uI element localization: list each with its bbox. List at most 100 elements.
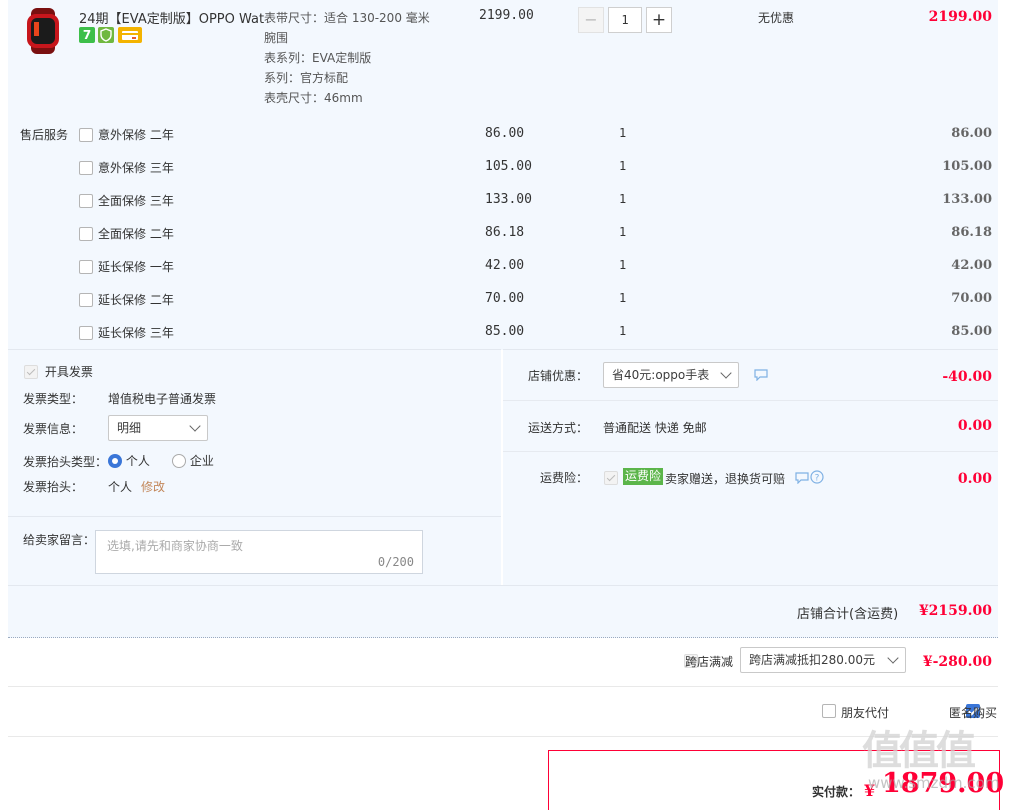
invoice-header-label: 发票抬头： — [23, 480, 84, 494]
service-qty: 1 — [619, 291, 627, 305]
service-checkbox[interactable] — [79, 161, 93, 175]
cross-store-amount: ¥-280.00 — [922, 654, 992, 670]
service-name: 延长保修 一年 — [98, 260, 174, 274]
service-price: 85.00 — [485, 324, 525, 339]
product-specs: 表带尺寸：适合 130-200 毫米 腕围 表系列：EVA定制版 系列：官方标配… — [264, 8, 454, 108]
shop-discount-value: 省40元:oppo手表 — [612, 368, 710, 382]
badge-card — [118, 27, 142, 43]
svg-text:?: ? — [815, 474, 820, 484]
service-checkbox[interactable] — [79, 326, 93, 340]
service-qty: 1 — [619, 159, 627, 173]
pay-label: 实付款： — [812, 785, 861, 799]
invoice-info-select[interactable]: 明细 — [108, 415, 208, 441]
message-label: 给卖家留言： — [23, 533, 96, 547]
spec-line: 腕围 — [264, 31, 289, 45]
service-checkbox[interactable] — [79, 194, 93, 208]
shipping-label: 运送方式： — [528, 421, 589, 435]
insurance-checkbox[interactable] — [604, 471, 618, 485]
service-total: 85.00 — [951, 324, 992, 339]
help-icon[interactable]: ? — [810, 470, 824, 487]
service-checkbox[interactable] — [79, 293, 93, 307]
watermark-logo: 值值值 — [862, 728, 976, 774]
radio-unchecked-icon — [172, 453, 186, 468]
service-qty: 1 — [619, 324, 627, 338]
service-total: 42.00 — [951, 258, 992, 273]
badge-guarantee — [98, 27, 114, 43]
shop-discount-label: 店铺优惠： — [528, 369, 589, 383]
invoice-header-value: 个人 — [108, 480, 133, 494]
invoice-info-value: 明细 — [117, 421, 142, 435]
service-checkbox[interactable] — [79, 227, 93, 241]
shop-discount-select[interactable]: 省40元:oppo手表 — [603, 362, 739, 388]
friend-pay-checkbox[interactable] — [822, 704, 836, 718]
spec-line: 表壳尺寸：46mm — [264, 91, 363, 105]
service-qty: 1 — [619, 258, 627, 272]
service-checkbox[interactable] — [79, 128, 93, 142]
insurance-tag: 运费险 — [623, 468, 664, 485]
service-row[interactable]: 意外保修 三年 105.00 1 105.00 — [0, 159, 1013, 179]
invoice-edit-link[interactable]: 修改 — [141, 478, 165, 495]
service-total: 86.00 — [951, 126, 992, 141]
discount-text: 无优惠 — [758, 11, 795, 25]
service-row[interactable]: 延长保修 二年 70.00 1 70.00 — [0, 291, 1013, 311]
service-total: 105.00 — [942, 159, 992, 174]
service-name: 意外保修 二年 — [98, 128, 174, 142]
quantity-stepper: − 1 + — [578, 7, 674, 35]
service-row[interactable]: 延长保修 一年 42.00 1 42.00 — [0, 258, 1013, 278]
cross-store-select[interactable]: 跨店满减抵扣280.00元 — [740, 647, 906, 673]
service-price: 42.00 — [485, 258, 525, 273]
quantity-input[interactable]: 1 — [608, 7, 642, 33]
shop-total-label: 店铺合计(含运费) — [797, 607, 899, 622]
radio-personal[interactable]: 个人 — [108, 452, 150, 469]
credit-card-icon — [122, 31, 138, 40]
service-price: 86.00 — [485, 126, 525, 141]
service-row[interactable]: 延长保修 三年 85.00 1 85.00 — [0, 324, 1013, 344]
watermark-url: www.smzdm.com — [868, 774, 1000, 792]
service-total: 133.00 — [942, 192, 992, 207]
invoice-header-type-label: 发票抬头类型： — [23, 455, 108, 469]
cross-store-label: 跨店满减 — [685, 655, 734, 669]
service-total: 86.18 — [951, 225, 992, 240]
chevron-down-icon — [887, 652, 899, 664]
radio-company[interactable]: 企业 — [172, 452, 214, 469]
service-name: 延长保修 三年 — [98, 326, 174, 340]
service-row[interactable]: 全面保修 三年 133.00 1 133.00 — [0, 192, 1013, 212]
cross-store-value: 跨店满减抵扣280.00元 — [749, 653, 875, 667]
invoice-toggle[interactable]: 开具发票 — [24, 363, 93, 379]
item-subtotal: 2199.00 — [928, 9, 992, 25]
invoice-type-label: 发票类型： — [23, 392, 84, 406]
insurance-amount: 0.00 — [957, 471, 992, 487]
service-price: 105.00 — [485, 159, 532, 174]
service-total: 70.00 — [951, 291, 992, 306]
invoice-info-label: 发票信息： — [23, 422, 84, 436]
chevron-down-icon — [720, 367, 732, 379]
service-qty: 1 — [619, 225, 627, 239]
message-placeholder: 选填,请先和商家协商一致 — [107, 539, 243, 553]
radio-personal-label: 个人 — [125, 454, 150, 468]
chat-icon[interactable] — [795, 472, 809, 487]
service-row[interactable]: 全面保修 二年 86.18 1 86.18 — [0, 225, 1013, 245]
invoice-checkbox[interactable] — [24, 364, 38, 379]
insurance-text: 卖家赠送，退换货可赔 — [665, 472, 786, 486]
service-row[interactable]: 意外保修 二年 86.00 1 86.00 — [0, 126, 1013, 146]
message-textarea[interactable]: 选填,请先和商家协商一致 0/200 — [95, 530, 423, 574]
invoice-type-value: 增值税电子普通发票 — [108, 392, 217, 406]
service-price: 86.18 — [485, 225, 525, 240]
badge-seven-day: 7 — [79, 27, 95, 43]
message-counter: 0/200 — [377, 555, 414, 569]
increase-button[interactable]: + — [646, 7, 672, 33]
shipping-value: 普通配送 快递 免邮 — [603, 421, 707, 435]
spec-line: 表系列：EVA定制版 — [264, 51, 372, 65]
chevron-down-icon — [189, 420, 201, 432]
service-name: 延长保修 二年 — [98, 293, 174, 307]
chat-icon[interactable] — [754, 369, 768, 384]
decrease-button[interactable]: − — [578, 7, 604, 33]
invoice-open-label: 开具发票 — [44, 365, 93, 379]
service-qty: 1 — [619, 126, 627, 140]
service-qty: 1 — [619, 192, 627, 206]
service-checkbox[interactable] — [79, 260, 93, 274]
shop-total-value: ¥2159.00 — [918, 603, 992, 619]
shield-icon — [100, 28, 112, 42]
product-image[interactable] — [22, 8, 64, 54]
product-title[interactable]: 24期【EVA定制版】OPPO Wat... — [79, 8, 264, 27]
